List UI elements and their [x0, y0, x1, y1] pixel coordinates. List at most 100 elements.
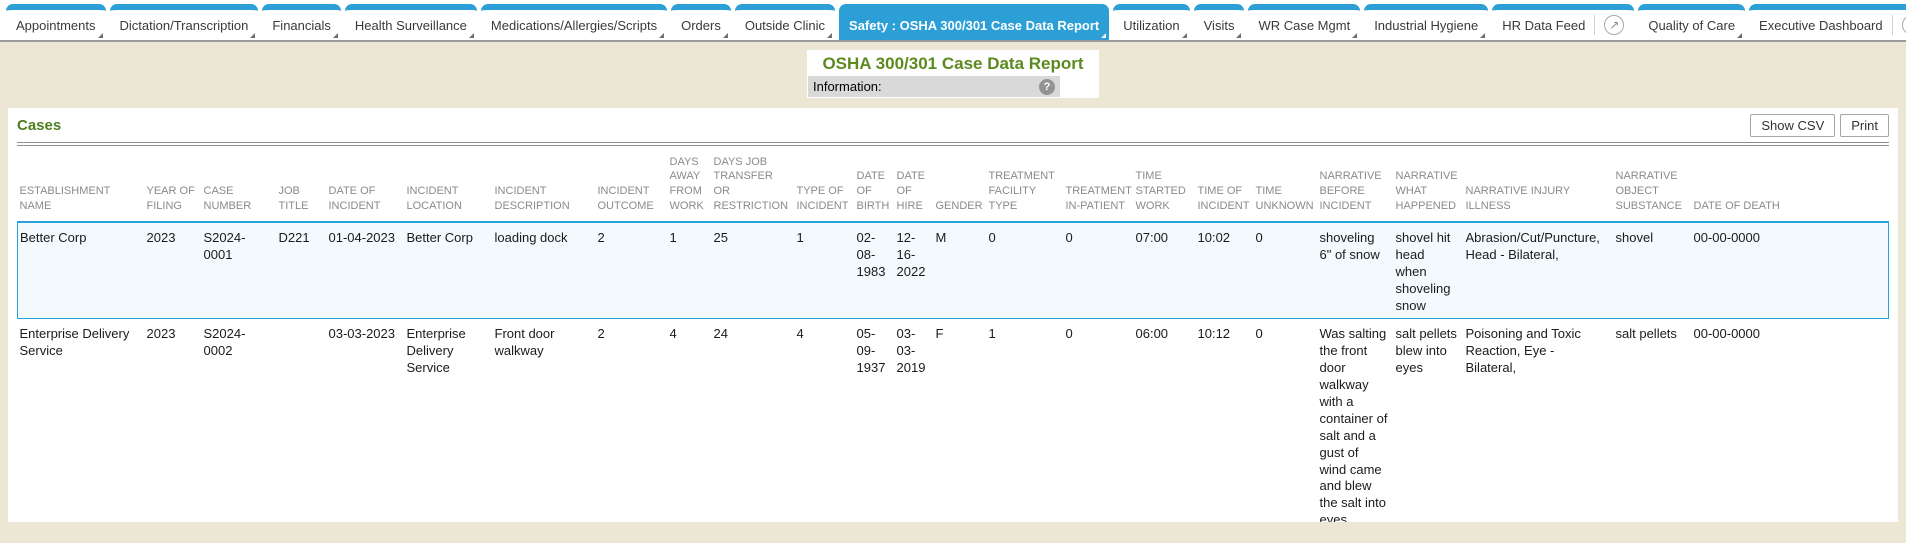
tab-label: Safety : OSHA 300/301 Case Data Report	[849, 18, 1099, 33]
tab-dictation-transcription[interactable]: Dictation/Transcription	[110, 4, 259, 40]
tab-visits[interactable]: Visits	[1194, 4, 1245, 40]
cell-date-of-death: 00-00-0000	[1692, 222, 1889, 319]
report-title-box: OSHA 300/301 Case Data Report Informatio…	[807, 50, 1099, 98]
cell-job-title	[277, 319, 327, 522]
cell-days-away-from-work: 1	[668, 222, 712, 319]
column-header-narrative-object-substance: NARRATIVE OBJECT SUBSTANCE	[1614, 146, 1692, 222]
column-header-establishment-name: ESTABLISHMENT NAME	[18, 146, 145, 222]
table-row[interactable]: Better Corp2023S2024-0001D22101-04-2023B…	[18, 222, 1889, 319]
external-link-icon[interactable]: ↗	[1902, 15, 1906, 35]
tab-bar: Appointments Dictation/Transcription Finan…	[0, 0, 1906, 42]
tab-health-surveillance[interactable]: Health Surveillance	[345, 4, 477, 40]
column-header-year-of-filing: YEAR OF FILING	[145, 146, 202, 222]
tab-label: Medications/Allergies/Scripts	[491, 18, 657, 33]
tab-label: Orders	[681, 18, 721, 33]
cell-narrative-before-incident: Was salting the front door walkway with …	[1318, 319, 1394, 522]
cell-date-of-hire: 03-03-2019	[895, 319, 934, 522]
cell-time-started-work: 06:00	[1134, 319, 1196, 522]
cell-treatment-in-patient: 0	[1064, 319, 1134, 522]
cell-time-unknown: 0	[1254, 319, 1318, 522]
column-header-narrative-injury-illness: NARRATIVE INJURY ILLNESS	[1464, 146, 1614, 222]
tab-label: Financials	[272, 18, 331, 33]
cell-days-away-from-work: 4	[668, 319, 712, 522]
cell-date-of-birth: 05-09-1937	[855, 319, 895, 522]
tab-menu-arrow-icon	[333, 33, 338, 38]
information-bar-spacer	[1060, 76, 1098, 97]
cases-table-body: Better Corp2023S2024-0001D22101-04-2023B…	[18, 222, 1889, 522]
cell-time-started-work: 07:00	[1134, 222, 1196, 319]
cell-time-of-incident: 10:12	[1196, 319, 1254, 522]
cell-treatment-facility-type: 0	[987, 222, 1064, 319]
cell-incident-description: loading dock	[493, 222, 596, 319]
cell-date-of-hire: 12-16-2022	[895, 222, 934, 319]
cell-incident-location: Enterprise Delivery Service	[405, 319, 493, 522]
cases-table: ESTABLISHMENT NAMEYEAR OF FILINGCASE NUM…	[17, 146, 1889, 522]
cell-date-of-incident: 03-03-2023	[327, 319, 405, 522]
tab-label: Visits	[1204, 18, 1235, 33]
cell-job-title: D221	[277, 222, 327, 319]
column-header-incident-outcome: INCIDENT OUTCOME	[596, 146, 668, 222]
table-row[interactable]: Enterprise Delivery Service2023S2024-000…	[18, 319, 1889, 522]
column-header-days-job-transfer-or-restriction: DAYS JOB TRANSFER OR RESTRICTION	[712, 146, 795, 222]
tab-appointments[interactable]: Appointments	[6, 4, 106, 40]
column-header-time-unknown: TIME UNKNOWN	[1254, 146, 1318, 222]
tab-financials[interactable]: Financials	[262, 4, 341, 40]
print-button[interactable]: Print	[1840, 114, 1889, 137]
tab-label: WR Case Mgmt	[1258, 18, 1350, 33]
tab-label: Utilization	[1123, 18, 1179, 33]
cell-time-unknown: 0	[1254, 222, 1318, 319]
cell-treatment-in-patient: 0	[1064, 222, 1134, 319]
tab-label: Health Surveillance	[355, 18, 467, 33]
tab-quality-of-care[interactable]: Quality of Care	[1638, 4, 1745, 40]
tab-menu-arrow-icon	[469, 33, 474, 38]
cell-incident-outcome: 2	[596, 222, 668, 319]
tab-medications-allergies-scripts[interactable]: Medications/Allergies/Scripts	[481, 4, 667, 40]
tab-hr-data-feed[interactable]: HR Data Feed ↗	[1492, 4, 1634, 40]
tab-menu-arrow-icon	[1182, 33, 1187, 38]
show-csv-button[interactable]: Show CSV	[1750, 114, 1835, 137]
tab-wr-case-mgmt[interactable]: WR Case Mgmt	[1248, 4, 1360, 40]
information-label: Information:	[813, 79, 882, 94]
cell-case-number: S2024-0002	[202, 319, 277, 522]
tab-menu-arrow-icon	[1480, 33, 1485, 38]
cell-date-of-incident: 01-04-2023	[327, 222, 405, 319]
tab-label: Executive Dashboard	[1759, 18, 1883, 33]
help-icon[interactable]: ?	[1039, 79, 1055, 95]
external-link-icon[interactable]: ↗	[1604, 15, 1624, 35]
cell-narrative-what-happened: shovel hit head when shoveling snow	[1394, 222, 1464, 319]
column-header-case-number: CASE NUMBER	[202, 146, 277, 222]
tab-label: Dictation/Transcription	[120, 18, 249, 33]
cell-gender: M	[934, 222, 987, 319]
tab-outside-clinic[interactable]: Outside Clinic	[735, 4, 835, 40]
information-bar: Information: ?	[808, 76, 1098, 97]
cell-narrative-object-substance: shovel	[1614, 222, 1692, 319]
tab-label: Outside Clinic	[745, 18, 825, 33]
tab-menu-arrow-icon	[827, 33, 832, 38]
tab-label: Industrial Hygiene	[1374, 18, 1478, 33]
cell-time-of-incident: 10:02	[1196, 222, 1254, 319]
column-header-days-away-from-work: DAYS AWAY FROM WORK	[668, 146, 712, 222]
tab-menu-arrow-icon	[659, 33, 664, 38]
tab-label: HR Data Feed	[1502, 18, 1585, 33]
tab-industrial-hygiene[interactable]: Industrial Hygiene	[1364, 4, 1488, 40]
cases-heading: Cases	[17, 117, 61, 134]
tab-utilization[interactable]: Utilization	[1113, 4, 1189, 40]
cell-incident-location: Better Corp	[405, 222, 493, 319]
column-header-gender: GENDER	[934, 146, 987, 222]
tab-safety-osha-300-301-case-data-report[interactable]: Safety : OSHA 300/301 Case Data Report	[839, 4, 1109, 40]
page-title: OSHA 300/301 Case Data Report	[808, 51, 1098, 76]
tab-executive-dashboard[interactable]: Executive Dashboard ↗	[1749, 4, 1906, 40]
cell-case-number: S2024-0001	[202, 222, 277, 319]
column-header-time-of-incident: TIME OF INCIDENT	[1196, 146, 1254, 222]
cell-narrative-injury-illness: Abrasion/Cut/Puncture, Head - Bilateral,	[1464, 222, 1614, 319]
column-header-date-of-birth: DATE OF BIRTH	[855, 146, 895, 222]
cell-narrative-what-happened: salt pellets blew into eyes	[1394, 319, 1464, 522]
column-header-narrative-before-incident: NARRATIVE BEFORE INCIDENT	[1318, 146, 1394, 222]
tab-menu-arrow-icon	[1236, 33, 1241, 38]
cases-panel: Cases Show CSV Print ESTABLISHMENT NAMEY…	[8, 108, 1898, 522]
column-header-treatment-facility-type: TREATMENT FACILITY TYPE	[987, 146, 1064, 222]
cases-table-header-row: ESTABLISHMENT NAMEYEAR OF FILINGCASE NUM…	[18, 146, 1889, 222]
tab-orders[interactable]: Orders	[671, 4, 731, 40]
tab-label: Quality of Care	[1648, 18, 1735, 33]
cell-incident-outcome: 2	[596, 319, 668, 522]
